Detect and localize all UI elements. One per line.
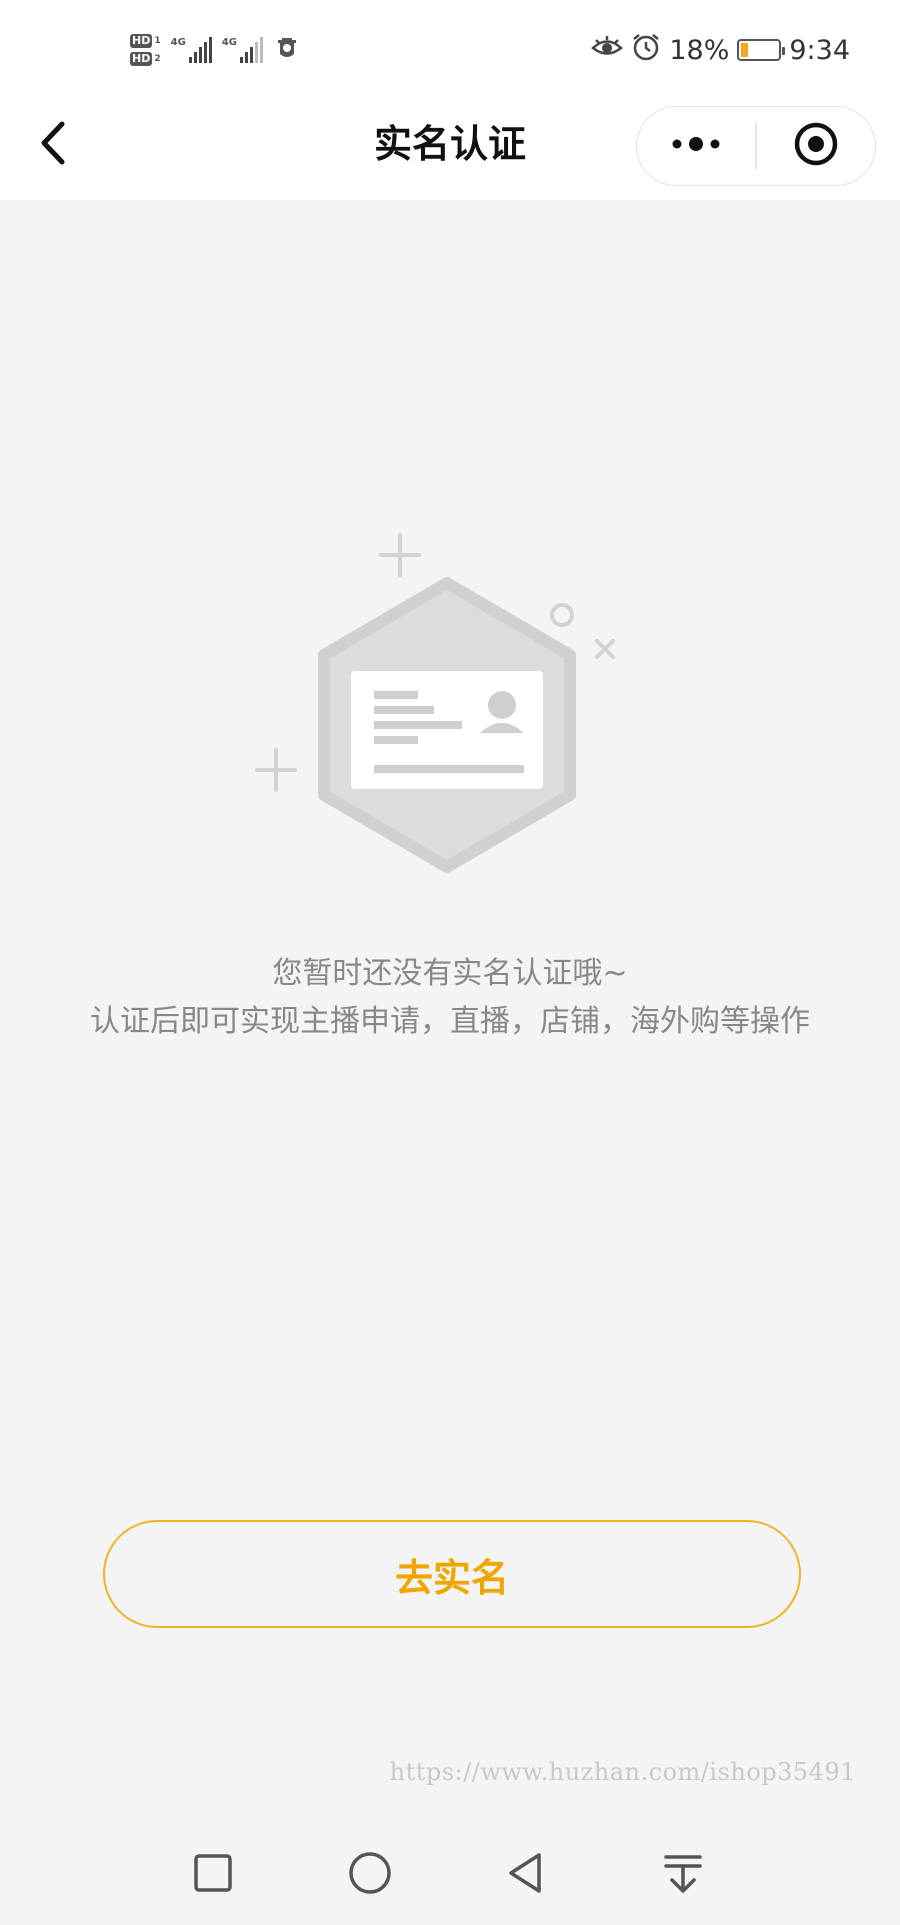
hd-label: HD [130, 52, 153, 66]
more-button[interactable] [637, 107, 755, 185]
network-type: 4G [221, 37, 237, 48]
battery-fill [741, 43, 748, 57]
battery-percent: 18% [669, 34, 730, 66]
close-button[interactable] [757, 107, 875, 185]
hd-indicator-2: HD 2 [130, 52, 161, 66]
hd-indicators: HD 1 HD 2 [130, 34, 161, 66]
hd-index: 1 [154, 36, 161, 46]
signal-1: 4G [171, 37, 212, 63]
status-right: 18% 9:34 [591, 30, 850, 70]
system-back-button[interactable] [498, 1847, 554, 1903]
eye-comfort-icon [591, 35, 624, 66]
alarm-icon [631, 32, 661, 69]
nav-bar: 实名认证 [0, 100, 900, 200]
home-icon [347, 1850, 393, 1900]
hd-indicator-1: HD 1 [130, 34, 161, 48]
signal-bars-icon [188, 37, 212, 63]
notification-pull-icon [660, 1850, 706, 1900]
home-button[interactable] [342, 1847, 398, 1903]
clock-time: 9:34 [789, 34, 850, 66]
mini-program-capsule [636, 106, 876, 186]
notification-icon [273, 34, 301, 66]
more-dots-icon [670, 136, 722, 156]
go-verify-button[interactable]: 去实名 [103, 1520, 801, 1628]
signal-2: 4G [222, 37, 263, 63]
empty-state-line-1: 您暂时还没有实名认证哦~ [272, 956, 628, 991]
empty-state-message: 您暂时还没有实名认证哦~ 认证后即可实现主播申请，直播，店铺，海外购等操作 [0, 950, 900, 1046]
signal-bars-icon [239, 37, 263, 63]
network-type: 4G [170, 37, 186, 48]
status-bar: HD 1 HD 2 4G 4G 18% 9:34 [0, 0, 900, 100]
status-left: HD 1 HD 2 4G 4G [130, 24, 301, 76]
watermark-url: https://www.huzhan.com/ishop35491 [389, 1758, 856, 1786]
back-icon [503, 1850, 549, 1900]
hd-label: HD [130, 34, 153, 48]
recent-apps-button[interactable] [185, 1847, 241, 1903]
empty-state-line-2: 认证后即可实现主播申请，直播，店铺，海外购等操作 [90, 1004, 810, 1039]
recent-apps-icon [191, 1851, 235, 1899]
notification-pull-button[interactable] [655, 1847, 711, 1903]
system-nav-bar [0, 1825, 900, 1925]
close-target-icon [793, 121, 839, 171]
id-card-hexagon-icon [250, 525, 630, 895]
hd-index: 2 [154, 54, 161, 64]
battery-icon [737, 39, 786, 61]
